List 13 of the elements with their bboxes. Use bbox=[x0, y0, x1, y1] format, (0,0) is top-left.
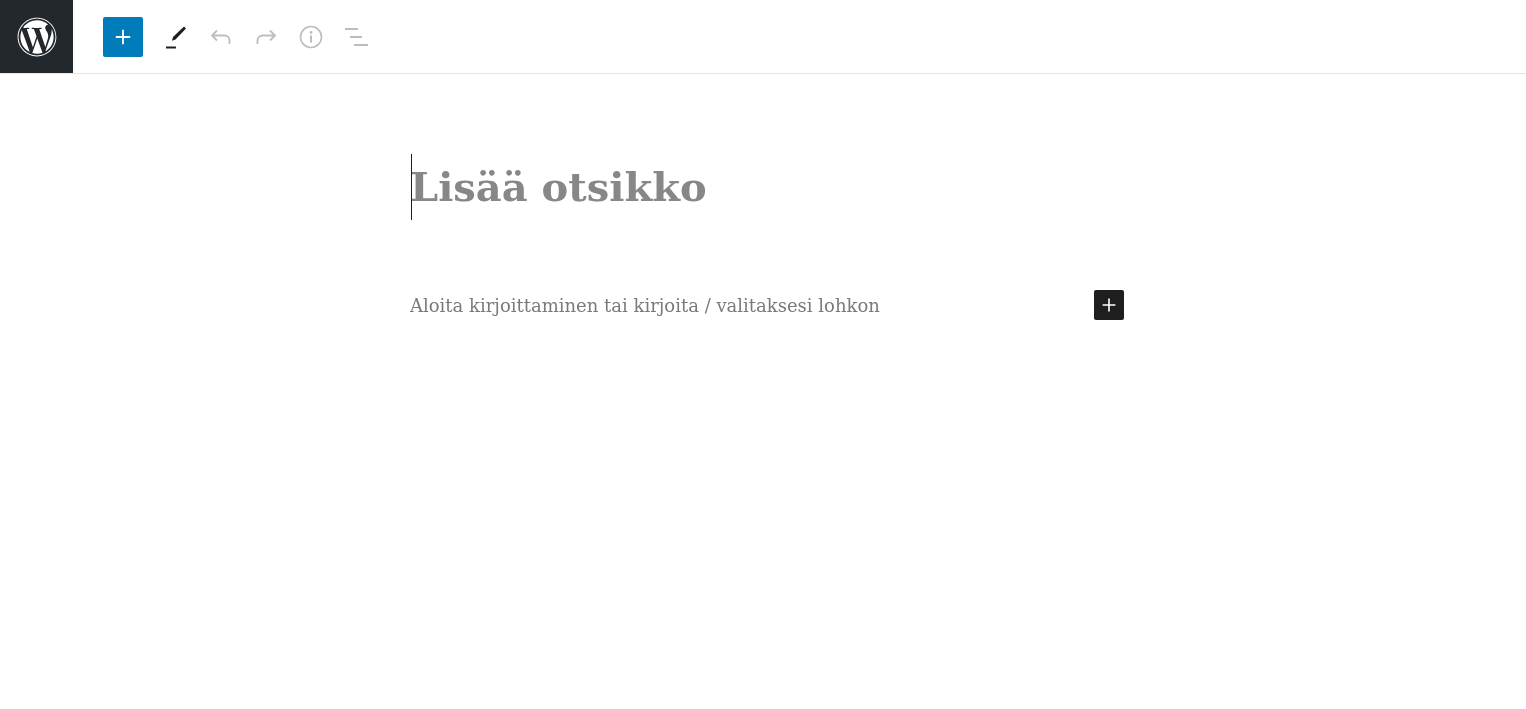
paragraph-field[interactable]: Aloita kirjoittaminen tai kirjoita / valitaksesi lohkon bbox=[410, 290, 1078, 320]
logo-button[interactable] bbox=[0, 0, 73, 73]
block-inserter-button[interactable] bbox=[1094, 290, 1124, 320]
plus-icon bbox=[114, 27, 132, 46]
list-view-icon bbox=[344, 26, 368, 47]
logo-icon bbox=[16, 16, 57, 57]
plus-icon bbox=[1101, 297, 1117, 313]
add-block-button[interactable] bbox=[103, 16, 143, 57]
redo-arrow-icon bbox=[255, 28, 277, 45]
undo-arrow-icon bbox=[210, 28, 232, 45]
info-icon bbox=[299, 24, 323, 49]
title-field[interactable]: Lisää otsikko bbox=[410, 154, 1124, 220]
pencil-icon bbox=[165, 24, 187, 49]
